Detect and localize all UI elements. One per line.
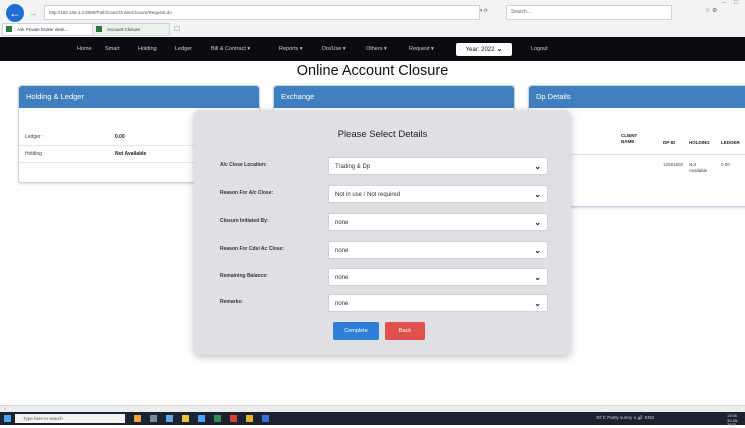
select-value: none xyxy=(335,301,349,307)
address-bar[interactable]: http://192.168.4.2:8080/Path/Cans/Online… xyxy=(44,5,480,20)
minimize-icon[interactable]: – xyxy=(722,0,725,6)
close-reason-select[interactable]: Not in use / Not required ⌄ xyxy=(328,185,548,203)
panel-title: Dp Details xyxy=(529,86,745,108)
store-icon[interactable] xyxy=(198,415,205,422)
clock[interactable]: 13:06 30-05-2022 xyxy=(727,413,745,428)
nav-dis-use[interactable]: Dis/Use ▾ xyxy=(322,37,346,61)
select-value: none xyxy=(335,220,349,226)
nav-reports[interactable]: Reports ▾ xyxy=(279,37,303,61)
windows-taskbar: Type here to search 30°C Partly sunny ∧ … xyxy=(0,412,745,428)
modal-title: Please Select Details xyxy=(337,129,428,140)
initiated-by-select[interactable]: none ⌄ xyxy=(328,213,548,231)
row-value: 0.00 xyxy=(115,134,125,140)
column-header-ledger: LEDGER xyxy=(721,140,740,145)
field-label: Closure Initiated By: xyxy=(220,218,269,224)
column-header-dp-id: DP-ID xyxy=(663,140,676,145)
browser-chrome: ← → http://192.168.4.2:8080/Path/Cans/On… xyxy=(0,0,745,38)
close-location-select[interactable]: Trading & Dp ⌄ xyxy=(328,157,548,175)
back-arrow-icon[interactable]: ← xyxy=(6,4,24,22)
field-label: Remaining Balance: xyxy=(220,273,268,279)
row-key: Holding xyxy=(25,151,42,157)
tab-row: Ask Private broker desk... Account Closu… xyxy=(0,22,745,36)
task-view-icon[interactable] xyxy=(150,415,157,422)
column-header-holding: HOLDING xyxy=(689,140,710,145)
excel-icon[interactable] xyxy=(214,415,221,422)
nav-bill-contract[interactable]: Bill & Contract ▾ xyxy=(211,37,250,61)
nav-request[interactable]: Request ▾ xyxy=(409,37,434,61)
year-select[interactable]: Year: 2022 ⌄ xyxy=(456,43,512,56)
browser-search-input[interactable]: Search... xyxy=(506,5,672,20)
folder-icon[interactable] xyxy=(246,415,253,422)
nav-smart[interactable]: Smart xyxy=(105,37,120,61)
details-modal: Please Select Details A/c Close Location… xyxy=(194,110,571,355)
nav-logout[interactable]: Logout xyxy=(531,37,548,61)
chevron-down-icon: ⌄ xyxy=(534,190,541,199)
panel-title: Exchange xyxy=(274,86,514,108)
new-tab-button[interactable]: □ xyxy=(172,24,182,34)
chevron-down-icon: ⌄ xyxy=(534,273,541,282)
app-icon[interactable] xyxy=(262,415,269,422)
forward-arrow-icon[interactable]: → xyxy=(27,7,39,19)
row-key: Ledger : xyxy=(25,134,44,140)
chevron-down-icon: ⌄ xyxy=(534,218,541,227)
nav-holding[interactable]: Holding xyxy=(138,37,157,61)
complete-button[interactable]: Complete xyxy=(333,322,379,340)
field-label: Remarks: xyxy=(220,299,243,305)
nav-ledger[interactable]: Ledger xyxy=(175,37,192,61)
nav-home[interactable]: Home xyxy=(77,37,92,61)
restore-icon[interactable]: □ xyxy=(734,0,738,6)
cell-dp-id: 12081600 xyxy=(663,162,684,167)
chevron-down-icon: ⌄ xyxy=(534,162,541,171)
cortana-icon[interactable] xyxy=(134,415,141,422)
form-row-initiated-by: Closure Initiated By: none ⌄ xyxy=(194,213,571,233)
select-value: Trading & Dp xyxy=(335,164,371,170)
remarks-select[interactable]: none ⌄ xyxy=(328,294,548,312)
address-controls-icon[interactable]: ▾ ⟳ xyxy=(480,8,488,14)
remaining-balance-select[interactable]: none ⌄ xyxy=(328,268,548,286)
select-value: Not in use / Not required xyxy=(335,192,401,198)
file-explorer-icon[interactable] xyxy=(182,415,189,422)
tab-favicon-icon xyxy=(96,26,102,32)
cdsl-reason-select[interactable]: none ⌄ xyxy=(328,241,548,259)
browser-toolbar-icons[interactable]: ☆ ⚙ xyxy=(705,7,717,14)
year-label: Year: 2022 xyxy=(465,47,495,53)
browser-tab-label: Ask Private broker desk... xyxy=(17,27,69,32)
form-row-remarks: Remarks: none ⌄ xyxy=(194,294,571,314)
field-label: Reason For Cdsl Ac Close: xyxy=(220,246,284,252)
row-value: Not Available xyxy=(115,151,147,157)
app-navbar: Home Smart Holding Ledger Bill & Contrac… xyxy=(0,37,745,61)
page-title: Online Account Closure xyxy=(296,63,449,79)
form-row-cdsl-reason: Reason For Cdsl Ac Close: none ⌄ xyxy=(194,241,571,261)
windows-start-icon[interactable] xyxy=(4,415,11,422)
chrome-icon[interactable] xyxy=(230,415,237,422)
edge-icon[interactable] xyxy=(166,415,173,422)
field-label: Reason For A/c Close: xyxy=(220,190,274,196)
field-label: A/c Close Location: xyxy=(220,162,267,168)
chevron-down-icon: ⌄ xyxy=(534,299,541,308)
taskbar-search-input[interactable]: Type here to search xyxy=(15,414,125,423)
column-header-client-name: CLIENT NAME xyxy=(621,133,638,144)
tab-favicon-icon xyxy=(6,26,12,32)
chevron-down-icon: ⌄ xyxy=(534,246,541,255)
select-value: none xyxy=(335,275,349,281)
browser-tab-label: Account Closure xyxy=(107,27,141,32)
date: 30-05-2022 xyxy=(727,417,739,427)
back-button[interactable]: Back xyxy=(385,322,425,340)
browser-tab-2[interactable]: Account Closure xyxy=(92,23,170,36)
select-value: none xyxy=(335,248,349,254)
chevron-down-icon: ⌄ xyxy=(496,46,503,53)
form-row-close-reason: Reason For A/c Close: Not in use / Not r… xyxy=(194,185,571,205)
panel-title: Holding & Ledger xyxy=(19,86,259,108)
form-row-close-location: A/c Close Location: Trading & Dp ⌄ xyxy=(194,157,571,177)
cell-holding: Not Available xyxy=(689,162,708,173)
system-tray[interactable]: 30°C Partly sunny ∧ 🔊 ENG xyxy=(596,415,654,421)
cell-ledger: 0.00 xyxy=(721,162,730,167)
form-row-remaining-balance: Remaining Balance: none ⌄ xyxy=(194,268,571,288)
nav-others[interactable]: Others ▾ xyxy=(366,37,387,61)
